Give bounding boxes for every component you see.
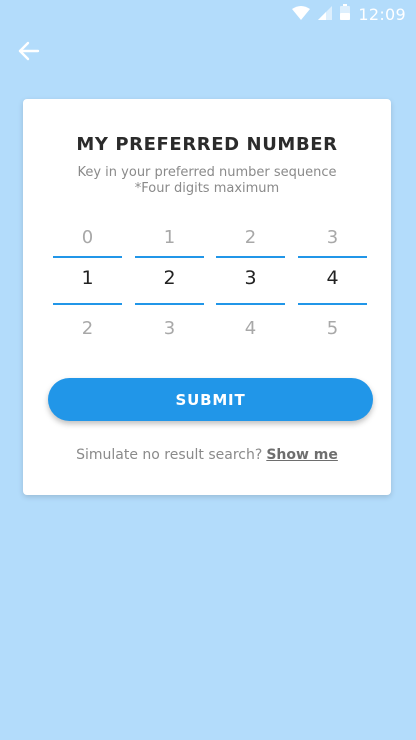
digit-next[interactable]: 3 [135, 318, 204, 339]
digit-prev[interactable]: 0 [53, 227, 122, 248]
wifi-icon [292, 5, 311, 24]
selection-line-bottom [216, 303, 285, 305]
selection-line-top [135, 256, 204, 258]
digit-picker-2[interactable]: 1 2 3 [135, 221, 204, 341]
selection-line-top [216, 256, 285, 258]
digit-prev[interactable]: 3 [298, 227, 367, 248]
selection-line-top [298, 256, 367, 258]
status-bar: 12:09 [0, 0, 416, 28]
show-me-link[interactable]: Show me [266, 447, 338, 463]
digit-next[interactable]: 2 [53, 318, 122, 339]
simulate-text: Simulate no result search? [76, 447, 263, 463]
digit-next[interactable]: 4 [216, 318, 285, 339]
back-button[interactable] [14, 38, 44, 68]
selection-line-bottom [53, 303, 122, 305]
digit-next[interactable]: 5 [298, 318, 367, 339]
simulate-prompt: Simulate no result search? Show me [23, 447, 391, 463]
card-title: MY PREFERRED NUMBER [76, 134, 338, 155]
digit-picker-1[interactable]: 0 1 2 [53, 221, 122, 341]
subtitle-hint: *Four digits maximum [134, 181, 280, 196]
selection-line-top [53, 256, 122, 258]
digit-current[interactable]: 2 [135, 267, 204, 289]
digit-prev[interactable]: 1 [135, 227, 204, 248]
card-subtitle: Key in your preferred number sequence *F… [23, 165, 391, 197]
digit-current[interactable]: 1 [53, 267, 122, 289]
digit-picker-4[interactable]: 3 4 5 [298, 221, 367, 341]
selection-line-bottom [298, 303, 367, 305]
signal-icon [318, 5, 333, 24]
digit-picker-3[interactable]: 2 3 4 [216, 221, 285, 341]
battery-icon [340, 4, 351, 24]
digit-prev[interactable]: 2 [216, 227, 285, 248]
subtitle-line: Key in your preferred number sequence [77, 165, 337, 180]
preferred-number-card: MY PREFERRED NUMBER Key in your preferre… [23, 99, 391, 495]
selection-line-bottom [135, 303, 204, 305]
submit-button[interactable]: SUBMIT [48, 378, 373, 421]
status-time: 12:09 [358, 4, 406, 24]
arrow-left-icon [18, 41, 40, 65]
digit-current[interactable]: 3 [216, 267, 285, 289]
number-picker: 0 1 2 1 2 3 2 3 4 3 4 5 [53, 221, 368, 341]
digit-current[interactable]: 4 [298, 267, 367, 289]
